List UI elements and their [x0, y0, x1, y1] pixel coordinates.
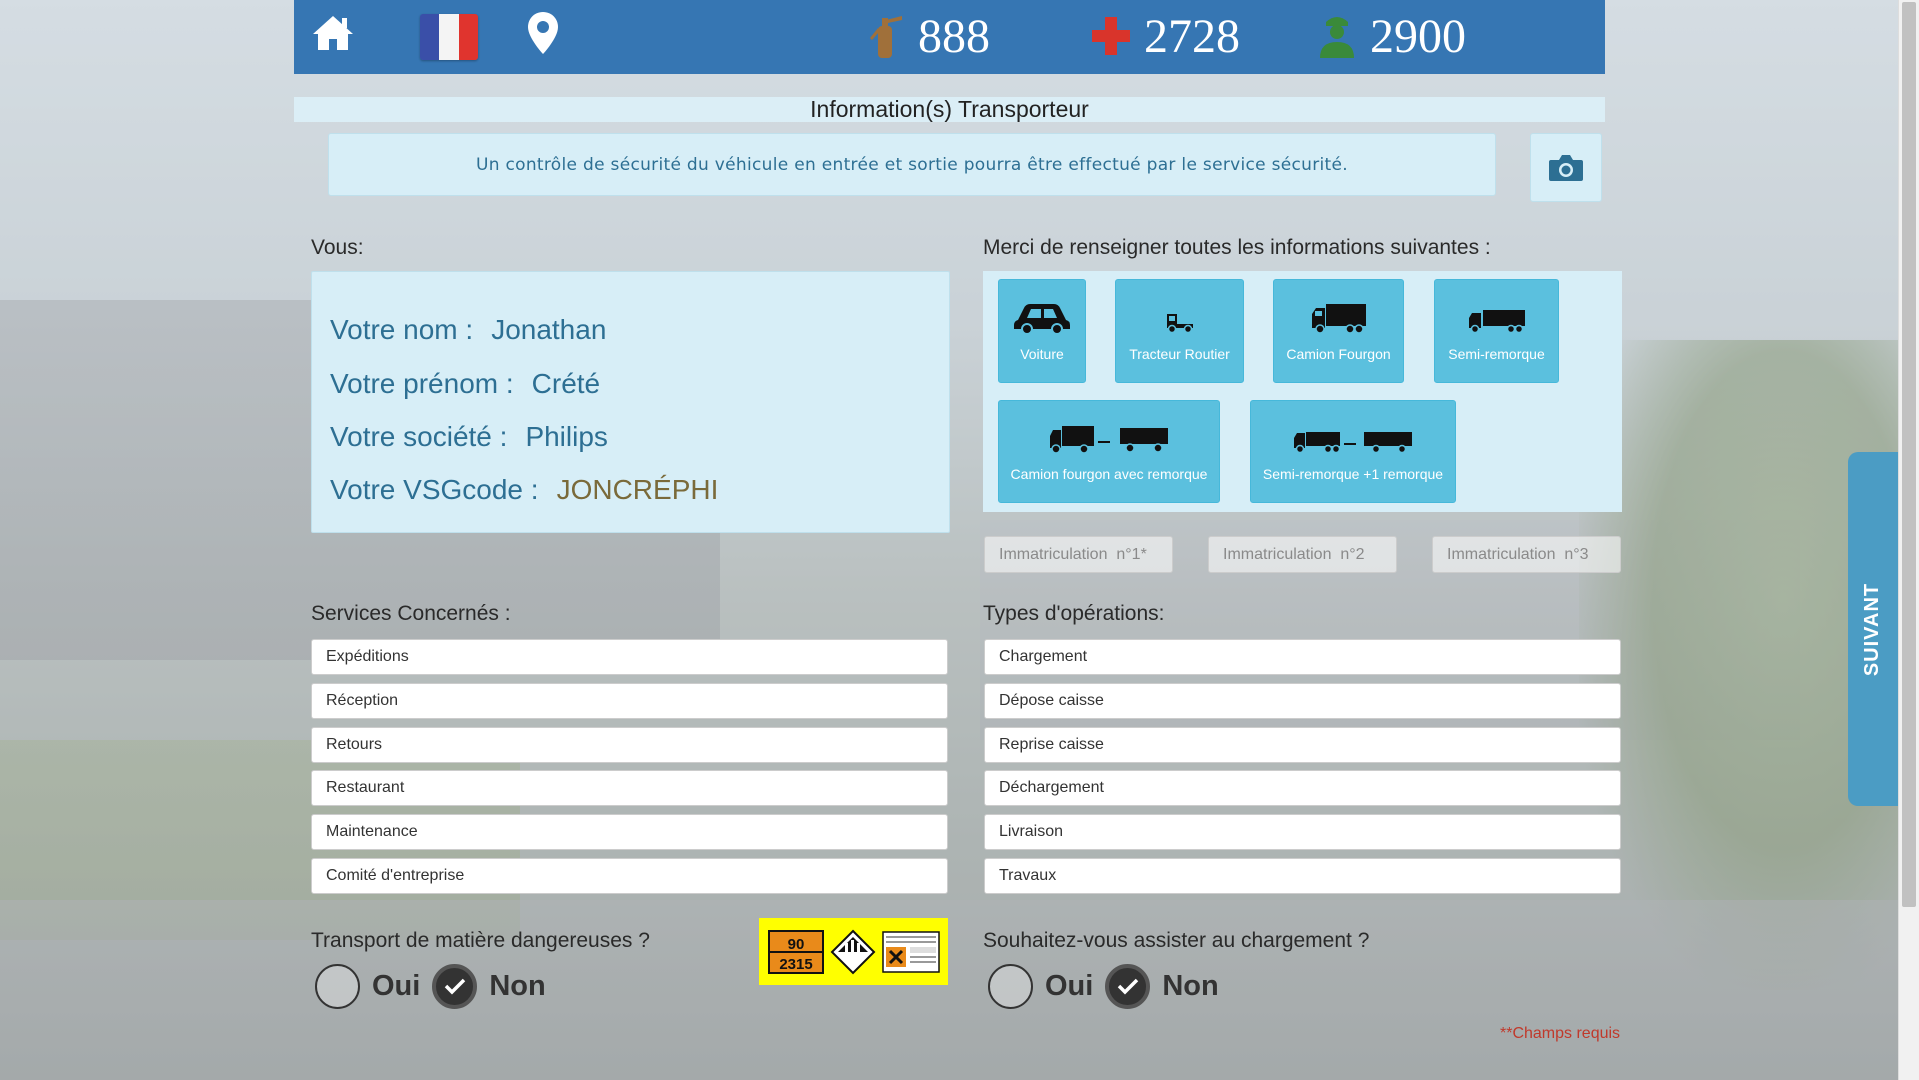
firstname-row: Votre prénom : Crété — [330, 368, 600, 400]
service-item-retours[interactable]: Retours — [311, 727, 948, 763]
hazmat-plate-bottom-text: 2315 — [779, 956, 812, 973]
box-truck-icon — [1311, 304, 1366, 334]
assist-no-label: Non — [1162, 969, 1219, 1002]
service-item-restaurant[interactable]: Restaurant — [311, 770, 948, 806]
vehicle-section-label: Merci de renseigner toutes les informati… — [983, 236, 1491, 259]
home-icon[interactable] — [310, 10, 356, 56]
assist-no-radio[interactable] — [1105, 963, 1151, 1009]
fire-extinguisher-icon — [870, 16, 902, 58]
truck-with-trailer-icon — [1050, 426, 1168, 454]
adr-orange-plate-icon: 90 2315 — [767, 929, 824, 974]
code-row: Votre VSGcode : JONCRÉPHI — [330, 474, 718, 506]
services-section-label: Services Concernés : — [311, 602, 511, 625]
operations-section-label: Types d'opérations: — [983, 602, 1165, 625]
company-value: Philips — [525, 421, 608, 452]
top-bar: 888 2728 2900 — [294, 0, 1605, 74]
hazmat-yes-radio[interactable] — [315, 963, 360, 1009]
checkmark-icon — [444, 978, 466, 995]
driver-info-panel: Votre nom : Jonathan Votre prénom : Crété … — [311, 271, 950, 533]
hazmat-radio-group: Oui Non — [315, 961, 558, 1011]
hazmat-question: Transport de matière dangereuses ? — [311, 929, 650, 952]
code-value: JONCRÉPHI — [556, 474, 719, 505]
name-value: Jonathan — [491, 314, 607, 345]
extinguisher-count: 888 — [918, 9, 990, 63]
guard-count: 2900 — [1370, 9, 1466, 63]
plate-input-2[interactable] — [1208, 536, 1397, 573]
operation-item-livraison[interactable]: Livraison — [984, 814, 1621, 850]
vehicle-car-label: Voiture — [1020, 346, 1064, 362]
hazmat-signs-image: 90 2315 — [759, 918, 948, 985]
security-guard-icon — [1320, 17, 1354, 58]
plate-input-1[interactable] — [984, 536, 1173, 573]
vehicle-semitrailer-label: Semi-remorque — [1448, 346, 1545, 362]
required-fields-note: **Champs requis — [1500, 1025, 1621, 1042]
vehicle-van-button[interactable]: Camion Fourgon — [1273, 279, 1404, 383]
french-flag-icon[interactable] — [420, 14, 478, 60]
hazmat-no-label: Non — [489, 969, 546, 1002]
page-scrollbar[interactable] — [1898, 0, 1919, 1080]
code-label: Votre VSGcode : — [330, 474, 539, 505]
security-notice: Un contrôle de sécurité du véhicule en e… — [328, 133, 1496, 196]
operation-item-depose-caisse[interactable]: Dépose caisse — [984, 683, 1621, 719]
operation-item-chargement[interactable]: Chargement — [984, 639, 1621, 675]
hazmat-plate-top-text: 90 — [787, 936, 804, 953]
road-tractor-icon — [1166, 314, 1193, 334]
next-button[interactable]: SUIVANT — [1848, 452, 1898, 806]
operation-item-travaux[interactable]: Travaux — [984, 858, 1621, 894]
scrollbar-thumb[interactable] — [1902, 2, 1916, 907]
assist-yes-radio[interactable] — [988, 963, 1033, 1009]
firstname-value: Crété — [531, 368, 601, 399]
assist-question: Souhaitez-vous assister au chargement ? — [983, 929, 1370, 952]
vehicle-van-trailer-label: Camion fourgon avec remorque — [1010, 466, 1208, 482]
vehicle-car-button[interactable]: Voiture — [998, 279, 1086, 383]
service-item-reception[interactable]: Réception — [311, 683, 948, 719]
company-row: Votre société : Philips — [330, 421, 608, 453]
plate-input-3[interactable] — [1432, 536, 1621, 573]
assist-yes-label: Oui — [1045, 969, 1094, 1002]
service-item-comite[interactable]: Comité d'entreprise — [311, 858, 948, 894]
assist-radio-group: Oui Non — [988, 961, 1231, 1011]
service-item-maintenance[interactable]: Maintenance — [311, 814, 948, 850]
checkmark-icon — [1117, 978, 1139, 995]
you-section-label: Vous: — [311, 236, 364, 259]
camera-icon — [1549, 154, 1583, 181]
operation-item-reprise-caisse[interactable]: Reprise caisse — [984, 727, 1621, 763]
semi-with-trailer-icon — [1294, 432, 1412, 454]
first-aid-cross-icon — [1092, 17, 1130, 55]
next-button-label: SUIVANT — [1861, 582, 1884, 676]
hazmat-no-radio[interactable] — [432, 963, 478, 1009]
vehicle-van-trailer-button[interactable]: Camion fourgon avec remorque — [998, 400, 1220, 503]
location-pin-icon[interactable] — [526, 10, 560, 56]
vehicle-semitrailer-button[interactable]: Semi-remorque — [1434, 279, 1559, 383]
page-title: Information(s) Transporteur — [294, 97, 1605, 122]
extinguisher-stat: 888 — [864, 8, 990, 64]
vehicle-semi-plus-trailer-label: Semi-remorque +1 remorque — [1262, 466, 1444, 482]
company-label: Votre société : — [330, 421, 508, 452]
firstaid-count: 2728 — [1144, 9, 1240, 63]
name-label: Votre nom : — [330, 314, 474, 345]
firstname-label: Votre prénom : — [330, 368, 514, 399]
vehicle-semi-plus-trailer-button[interactable]: Semi-remorque +1 remorque — [1250, 400, 1456, 503]
guard-stat: 2900 — [1316, 8, 1466, 64]
pcb-warning-label-icon — [881, 930, 940, 973]
semi-trailer-icon — [1468, 310, 1525, 334]
camera-button[interactable] — [1530, 133, 1602, 202]
firstaid-stat: 2728 — [1090, 8, 1240, 64]
name-row: Votre nom : Jonathan — [330, 314, 606, 346]
vehicle-tractor-label: Tracteur Routier — [1129, 346, 1230, 362]
vehicle-van-label: Camion Fourgon — [1286, 346, 1391, 362]
operation-item-dechargement[interactable]: Déchargement — [984, 770, 1621, 806]
hazmat-yes-label: Oui — [372, 969, 421, 1002]
car-icon — [1014, 304, 1070, 334]
service-item-expeditions[interactable]: Expéditions — [311, 639, 948, 675]
corrosive-diamond-icon — [830, 929, 875, 974]
vehicle-tractor-button[interactable]: Tracteur Routier — [1115, 279, 1244, 383]
